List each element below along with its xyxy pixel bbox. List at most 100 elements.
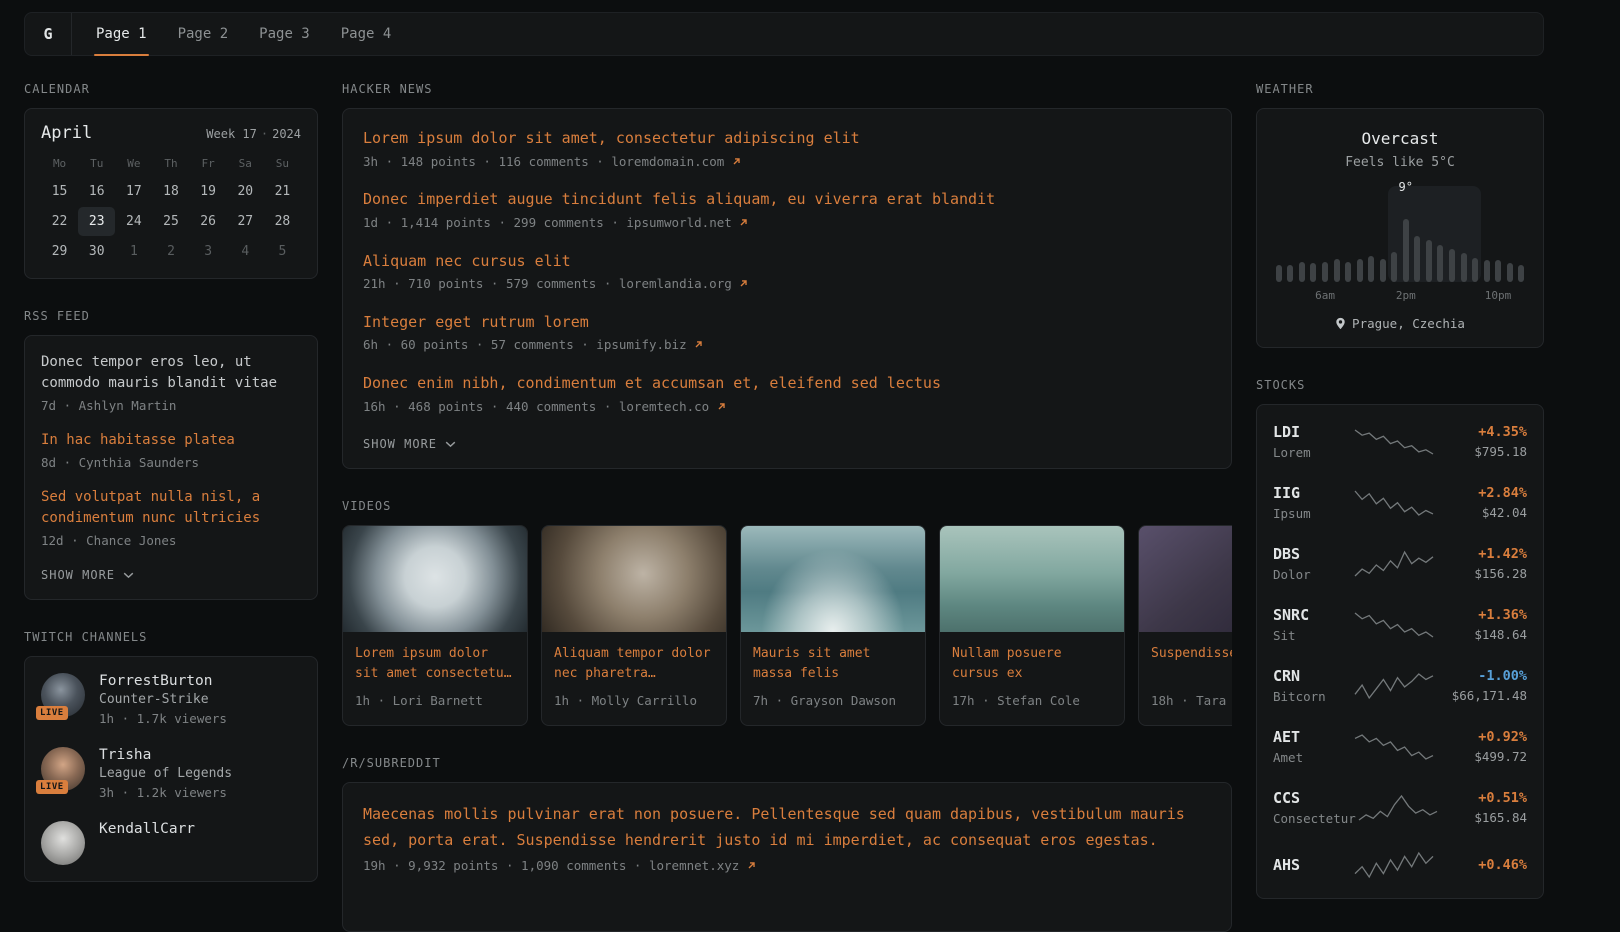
stock-values: +2.84%$42.04 <box>1436 485 1527 520</box>
hackernews-item-meta: 16h · 468 points · 440 comments · loremt… <box>363 398 1211 417</box>
hackernews-item-domain[interactable]: ipsumworld.net <box>626 215 748 230</box>
calendar-day[interactable]: 5 <box>264 237 301 266</box>
video-card[interactable]: Lorem ipsum dolor sit amet consectetu…1h… <box>342 525 528 726</box>
hackernews-item-domain[interactable]: loremtech.co <box>619 399 726 414</box>
twitch-widget: TWITCH CHANNELS LIVEForrestBurtonCounter… <box>24 630 318 882</box>
calendar-day[interactable]: 30 <box>78 237 115 266</box>
calendar-weekday: Mo <box>41 151 78 176</box>
stock-symbol: AHS <box>1273 856 1352 874</box>
stock-id: LDILorem <box>1273 423 1352 460</box>
calendar-day[interactable]: 15 <box>41 177 78 206</box>
twitch-channel[interactable]: KendallCarr <box>41 821 301 865</box>
calendar-day[interactable]: 1 <box>115 237 152 266</box>
calendar-day[interactable]: 16 <box>78 177 115 206</box>
video-title[interactable]: Lorem ipsum dolor sit amet consectetu… <box>355 644 515 685</box>
hackernews-item-title[interactable]: Lorem ipsum dolor sit amet, consectetur … <box>363 127 1211 150</box>
channel-meta: 3h · 1.2k viewers <box>99 784 232 803</box>
video-card[interactable]: Mauris sit amet massa felis7h · Grayson … <box>740 525 926 726</box>
tab-page-4[interactable]: Page 4 <box>339 13 394 55</box>
rss-item-title[interactable]: Sed volutpat nulla nisl, a condimentum n… <box>41 487 301 529</box>
calendar-day[interactable]: 18 <box>152 177 189 206</box>
stock-row[interactable]: DBSDolor+1.42%$156.28 <box>1273 533 1527 594</box>
weather-bar-slot <box>1365 256 1377 282</box>
video-card[interactable]: Nullam posuere cursus ex17h · Stefan Col… <box>939 525 1125 726</box>
weather-bar <box>1449 249 1455 282</box>
video-title[interactable]: Suspendisse diam <box>1151 644 1232 685</box>
hackernews-item-title[interactable]: Donec imperdiet augue tincidunt felis al… <box>363 188 1211 211</box>
hackernews-item-title[interactable]: Donec enim nibh, condimentum et accumsan… <box>363 372 1211 395</box>
avatar <box>41 821 85 865</box>
stock-row[interactable]: SNRCSit+1.36%$148.64 <box>1273 594 1527 655</box>
stock-row[interactable]: CCSConsectetur+0.51%$165.84 <box>1273 777 1527 838</box>
channel-name[interactable]: KendallCarr <box>99 821 195 837</box>
calendar-day[interactable]: 29 <box>41 237 78 266</box>
calendar-day[interactable]: 25 <box>152 207 189 236</box>
calendar-weekday: Fr <box>190 151 227 176</box>
channel-meta: 1h · 1.7k viewers <box>99 710 227 729</box>
twitch-channel[interactable]: LIVETrishaLeague of Legends3h · 1.2k vie… <box>41 747 301 803</box>
video-card[interactable]: Suspendisse diam18h · Tara <box>1138 525 1232 726</box>
video-title[interactable]: Nullam posuere cursus ex <box>952 644 1112 685</box>
video-title[interactable]: Aliquam tempor dolor nec pharetra… <box>554 644 714 685</box>
stock-row[interactable]: AHS +0.46% <box>1273 838 1527 892</box>
video-thumbnail <box>343 526 527 632</box>
stock-row[interactable]: LDILorem+4.35%$795.18 <box>1273 411 1527 472</box>
stock-id: CRNBitcorn <box>1273 667 1352 704</box>
calendar-day[interactable]: 22 <box>41 207 78 236</box>
hackernews-item: Aliquam nec cursus elit21h · 710 points … <box>363 250 1211 294</box>
twitch-channel[interactable]: LIVEForrestBurtonCounter-Strike1h · 1.7k… <box>41 673 301 729</box>
channel-name[interactable]: Trisha <box>99 747 232 763</box>
hackernews-item-title[interactable]: Integer eget rutrum lorem <box>363 311 1211 334</box>
tab-page-3[interactable]: Page 3 <box>257 13 312 55</box>
channel-name[interactable]: ForrestBurton <box>99 673 227 689</box>
calendar-day[interactable]: 4 <box>227 237 264 266</box>
calendar-week-info: Week 17·2024 <box>206 127 301 141</box>
weather-condition: Overcast <box>1273 129 1527 148</box>
subreddit-item-domain[interactable]: loremnet.xyz <box>649 858 756 873</box>
hackernews-item-domain[interactable]: loremdomain.com <box>611 154 740 169</box>
subreddit-item-title[interactable]: Maecenas mollis pulvinar erat non posuer… <box>363 801 1211 854</box>
stock-id: DBSDolor <box>1273 545 1352 582</box>
stock-change: +4.35% <box>1436 424 1527 440</box>
stock-row[interactable]: AETAmet+0.92%$499.72 <box>1273 716 1527 777</box>
calendar-day[interactable]: 24 <box>115 207 152 236</box>
calendar-day[interactable]: 28 <box>264 207 301 236</box>
show-more-button[interactable]: SHOW MORE <box>363 437 456 451</box>
calendar-month: April <box>41 123 92 143</box>
hackernews-widget: HACKER NEWS Lorem ipsum dolor sit amet, … <box>342 82 1232 469</box>
calendar-day[interactable]: 26 <box>190 207 227 236</box>
tab-page-2[interactable]: Page 2 <box>176 13 231 55</box>
stock-sparkline <box>1352 427 1436 457</box>
tab-page-1[interactable]: Page 1 <box>94 13 149 55</box>
weather-widget-title: WEATHER <box>1256 82 1544 96</box>
video-card[interactable]: Aliquam tempor dolor nec pharetra…1h · M… <box>541 525 727 726</box>
stock-name: Amet <box>1273 750 1352 765</box>
calendar-day[interactable]: 21 <box>264 177 301 206</box>
stock-change: +0.92% <box>1436 729 1527 745</box>
peak-temp-label: 9° <box>1399 180 1413 194</box>
calendar-day[interactable]: 3 <box>190 237 227 266</box>
calendar-day[interactable]: 17 <box>115 177 152 206</box>
calendar-day[interactable]: 20 <box>227 177 264 206</box>
stock-row[interactable]: CRNBitcorn-1.00%$66,171.48 <box>1273 655 1527 716</box>
rss-item-title[interactable]: In hac habitasse platea <box>41 430 301 451</box>
rss-item-title[interactable]: Donec tempor eros leo, ut commodo mauris… <box>41 352 301 394</box>
stocks-widget: STOCKS LDILorem+4.35%$795.18IIGIpsum+2.8… <box>1256 378 1544 899</box>
hackernews-item-domain[interactable]: ipsumify.biz <box>596 337 703 352</box>
video-thumbnail <box>940 526 1124 632</box>
hackernews-item-title[interactable]: Aliquam nec cursus elit <box>363 250 1211 273</box>
stock-change: +0.46% <box>1436 857 1527 873</box>
weather-bar-slot <box>1469 258 1481 282</box>
calendar-day[interactable]: 27 <box>227 207 264 236</box>
calendar-day[interactable]: 2 <box>152 237 189 266</box>
calendar-day[interactable]: 19 <box>190 177 227 206</box>
video-title[interactable]: Mauris sit amet massa felis <box>753 644 913 685</box>
show-more-button[interactable]: SHOW MORE <box>41 568 134 582</box>
hackernews-item-domain[interactable]: loremlandia.org <box>619 276 748 291</box>
stock-values: +0.92%$499.72 <box>1436 729 1527 764</box>
calendar-weekday: Tu <box>78 151 115 176</box>
stock-row[interactable]: IIGIpsum+2.84%$42.04 <box>1273 472 1527 533</box>
calendar-day[interactable]: 23 <box>78 207 115 236</box>
logo[interactable]: G <box>25 13 72 55</box>
weather-bar-slot <box>1273 265 1285 282</box>
